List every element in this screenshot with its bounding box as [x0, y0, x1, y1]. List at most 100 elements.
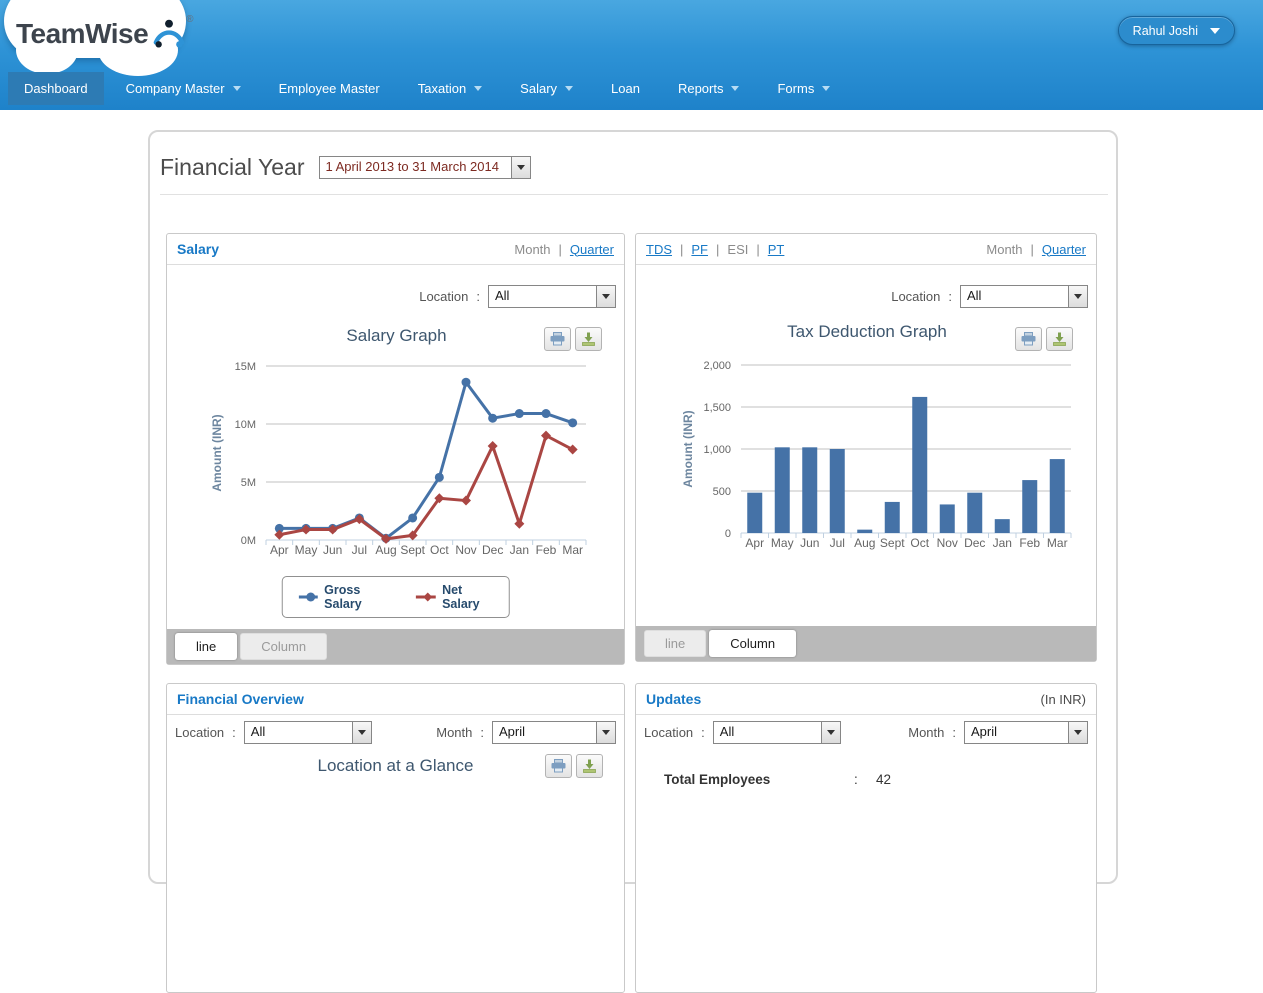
currency-note: (In INR)	[1041, 692, 1087, 707]
app-logo[interactable]: TeamWise ®	[16, 14, 194, 56]
svg-text:May: May	[295, 543, 318, 557]
user-name: Rahul Joshi	[1133, 24, 1198, 38]
dropdown-arrow-icon[interactable]	[596, 286, 615, 307]
location-label: Location	[419, 289, 468, 304]
svg-text:Sept: Sept	[400, 543, 425, 557]
svg-text:Amount (INR): Amount (INR)	[681, 410, 695, 487]
registered-trademark: ®	[186, 14, 193, 25]
overview-month-select[interactable]: April	[492, 721, 616, 744]
download-chart-button[interactable]	[576, 754, 603, 778]
tax-tab-column[interactable]: Column	[709, 630, 796, 657]
svg-text:Jun: Jun	[323, 543, 342, 557]
dropdown-arrow-icon[interactable]	[511, 157, 530, 178]
svg-text:500: 500	[713, 486, 731, 498]
nav-item-employee-master[interactable]: Employee Master	[263, 72, 396, 105]
user-menu-button[interactable]: Rahul Joshi	[1118, 16, 1235, 45]
salary-panel-title: Salary	[177, 241, 219, 257]
dropdown-arrow-icon[interactable]	[352, 722, 371, 743]
printer-icon	[551, 759, 566, 773]
svg-text:Feb: Feb	[1019, 536, 1040, 550]
tax-link-pt[interactable]: PT	[768, 242, 785, 257]
legend-item-net-salary[interactable]: Net Salary	[416, 583, 493, 611]
dashboard-card: Financial Year 1 April 2013 to 31 March …	[148, 130, 1118, 884]
stat-value: 42	[876, 772, 891, 787]
svg-text:May: May	[771, 536, 794, 550]
tax-link-pf[interactable]: PF	[691, 242, 708, 257]
tax-link-tds[interactable]: TDS	[646, 242, 672, 257]
chevron-down-icon	[1210, 28, 1220, 34]
month-label: Month	[436, 725, 472, 740]
view-month[interactable]: Month	[514, 242, 550, 257]
nav-item-company-master[interactable]: Company Master	[110, 72, 257, 105]
dropdown-arrow-icon[interactable]	[821, 722, 840, 743]
dropdown-arrow-icon[interactable]	[596, 722, 615, 743]
svg-text:Amount (INR): Amount (INR)	[210, 414, 224, 491]
chevron-down-icon	[565, 86, 573, 91]
nav-item-salary[interactable]: Salary	[504, 72, 589, 105]
svg-text:Apr: Apr	[270, 543, 289, 557]
divider	[160, 194, 1108, 195]
svg-text:10M: 10M	[235, 419, 256, 431]
salary-chart-actions	[544, 327, 602, 351]
download-icon	[1052, 332, 1067, 346]
svg-text:Nov: Nov	[455, 543, 476, 557]
dropdown-arrow-icon[interactable]	[1068, 722, 1087, 743]
overview-chart-actions	[545, 754, 603, 778]
nav-item-taxation[interactable]: Taxation	[402, 72, 498, 105]
overview-location-select[interactable]: All	[244, 721, 372, 744]
updates-location-select[interactable]: All	[713, 721, 841, 744]
salary-tab-line[interactable]: line	[175, 633, 237, 660]
financial-year-value: 1 April 2013 to 31 March 2014	[320, 157, 511, 178]
svg-text:Jan: Jan	[993, 536, 1012, 550]
svg-text:Dec: Dec	[482, 543, 503, 557]
svg-text:1,000: 1,000	[703, 444, 731, 456]
legend-marker-icon	[298, 591, 318, 603]
svg-text:Mar: Mar	[1047, 536, 1068, 550]
salary-line-chart: 0M5M10M15MAprMayJunJulAugSeptOctNovDecJa…	[167, 319, 626, 569]
svg-text:Aug: Aug	[375, 543, 396, 557]
stat-label: Total Employees	[664, 772, 854, 787]
svg-text:Dec: Dec	[964, 536, 985, 550]
tax-location-select[interactable]: All	[960, 285, 1088, 308]
salary-tab-column[interactable]: Column	[240, 633, 327, 660]
svg-text:15M: 15M	[235, 361, 256, 373]
svg-text:Apr: Apr	[745, 536, 764, 550]
chevron-down-icon	[233, 86, 241, 91]
dropdown-arrow-icon[interactable]	[1068, 286, 1087, 307]
nav-item-reports[interactable]: Reports	[662, 72, 756, 105]
tax-chart-actions	[1015, 327, 1073, 351]
svg-text:Jul: Jul	[830, 536, 845, 550]
print-chart-button[interactable]	[1015, 327, 1042, 351]
tax-link-esi[interactable]: ESI	[727, 242, 748, 257]
view-month[interactable]: Month	[986, 242, 1022, 257]
tax-location-filter: Location : All	[891, 285, 1088, 308]
svg-text:5M: 5M	[241, 477, 256, 489]
view-quarter-link[interactable]: Quarter	[570, 242, 614, 257]
salary-location-select[interactable]: All	[488, 285, 616, 308]
print-chart-button[interactable]	[545, 754, 572, 778]
svg-text:2,000: 2,000	[703, 360, 731, 372]
location-label: Location	[175, 725, 224, 740]
svg-text:Sept: Sept	[880, 536, 905, 550]
separator: |	[756, 242, 759, 257]
nav-item-loan[interactable]: Loan	[595, 72, 656, 105]
salary-panel: Salary Month | Quarter Location : All 0M…	[166, 233, 625, 665]
tax-panel-header: TDS|PF|ESI|PT Month | Quarter	[636, 234, 1096, 265]
print-chart-button[interactable]	[544, 327, 571, 351]
tax-panel: TDS|PF|ESI|PT Month | Quarter Location :…	[635, 233, 1097, 662]
financial-year-select[interactable]: 1 April 2013 to 31 March 2014	[319, 156, 531, 179]
tax-chart-type-tabs: lineColumn	[636, 626, 1096, 661]
total-employees-stat: Total Employees : 42	[664, 772, 891, 787]
updates-month-select[interactable]: April	[964, 721, 1088, 744]
svg-text:1,500: 1,500	[703, 402, 731, 414]
legend-item-gross-salary[interactable]: Gross Salary	[298, 583, 388, 611]
chevron-down-icon	[822, 86, 830, 91]
view-quarter-link[interactable]: Quarter	[1042, 242, 1086, 257]
nav-item-forms[interactable]: Forms	[761, 72, 846, 105]
nav-item-dashboard[interactable]: Dashboard	[8, 72, 104, 105]
tax-tab-line[interactable]: line	[644, 630, 706, 657]
svg-text:Feb: Feb	[536, 543, 557, 557]
separator: |	[680, 242, 683, 257]
download-chart-button[interactable]	[1046, 327, 1073, 351]
download-chart-button[interactable]	[575, 327, 602, 351]
